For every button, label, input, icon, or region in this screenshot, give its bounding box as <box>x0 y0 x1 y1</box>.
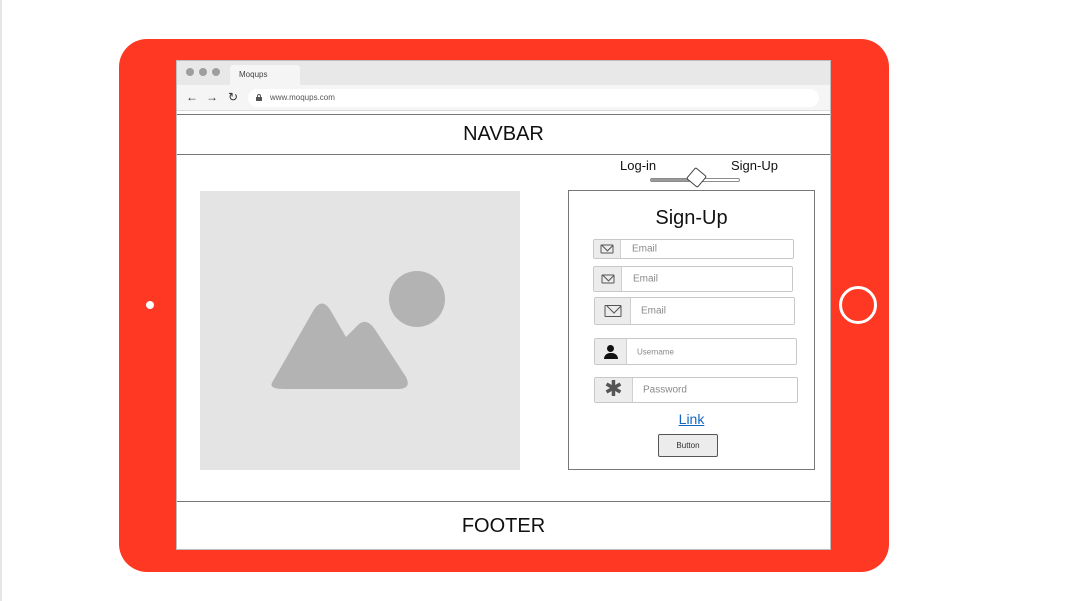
image-placeholder <box>200 191 520 470</box>
email-field[interactable]: Email <box>593 239 794 259</box>
signup-button[interactable]: Button <box>658 434 718 457</box>
url-text: www.moqups.com <box>270 93 335 102</box>
reload-icon[interactable]: ↻ <box>228 91 238 103</box>
email-field[interactable]: Email <box>594 297 795 325</box>
footer: FOOTER <box>177 501 830 549</box>
browser-toolbar: ← → ↻ www.moqups.com <box>177 85 830 111</box>
mail-icon <box>604 305 621 317</box>
forward-arrow-icon[interactable]: → <box>206 91 218 103</box>
window-close-icon[interactable] <box>186 68 194 76</box>
window-maximize-icon[interactable] <box>212 68 220 76</box>
camera-icon <box>146 301 154 309</box>
user-icon <box>603 344 618 359</box>
tablet-frame: Moqups ← → ↻ www.moqups.com NAVBAR Log-i… <box>119 39 889 572</box>
slider-thumb[interactable] <box>685 166 708 189</box>
mail-icon <box>601 274 614 284</box>
username-field[interactable]: Username <box>594 338 797 365</box>
signup-panel: Sign-Up Email Email Email Username ✱ Pas… <box>568 190 815 470</box>
signup-title: Sign-Up <box>655 207 728 229</box>
password-field[interactable]: ✱ Password <box>594 377 798 403</box>
toggle-signup-label[interactable]: Sign-Up <box>731 158 778 173</box>
page: Moqups ← → ↻ www.moqups.com NAVBAR Log-i… <box>0 0 1073 601</box>
email-field[interactable]: Email <box>593 266 793 292</box>
window-minimize-icon[interactable] <box>199 68 207 76</box>
lock-icon <box>256 94 262 101</box>
home-button[interactable] <box>839 286 877 324</box>
browser-tab-bar: Moqups <box>177 61 830 85</box>
toggle-login-label[interactable]: Log-in <box>620 158 656 173</box>
address-bar[interactable]: www.moqups.com <box>248 89 819 107</box>
page-edge <box>0 0 2 601</box>
tablet-screen: Moqups ← → ↻ www.moqups.com NAVBAR Log-i… <box>176 60 831 550</box>
mail-icon <box>600 244 614 254</box>
image-placeholder-icon <box>271 271 445 389</box>
signup-link[interactable]: Link <box>569 411 814 427</box>
browser-tab[interactable]: Moqups <box>230 65 300 85</box>
asterisk-icon: ✱ <box>604 377 623 402</box>
back-arrow-icon[interactable]: ← <box>186 91 198 103</box>
navbar: NAVBAR <box>177 114 830 155</box>
